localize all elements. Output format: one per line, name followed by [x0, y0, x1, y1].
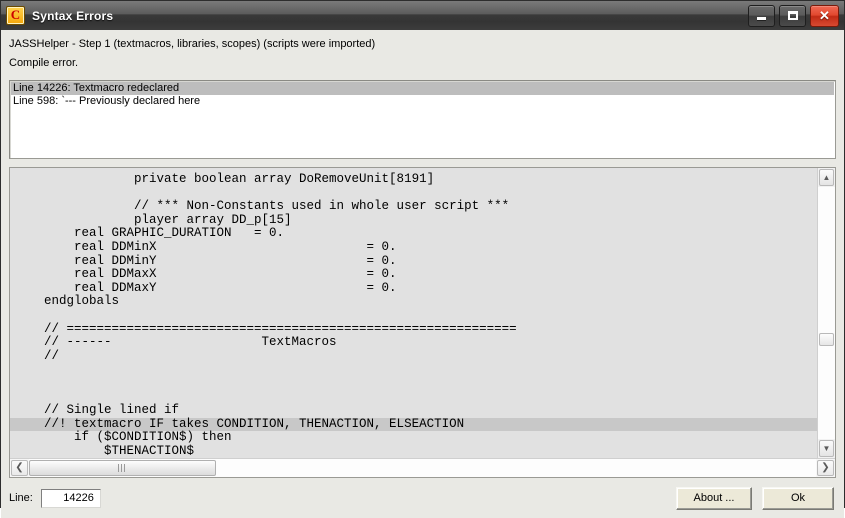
- about-button[interactable]: About ...: [676, 486, 752, 510]
- chevron-up-icon: ▲: [822, 172, 831, 182]
- code-line: player array DD_p[15]: [14, 212, 292, 227]
- ok-button[interactable]: Ok: [762, 486, 834, 510]
- vertical-scroll-thumb[interactable]: [819, 333, 834, 347]
- dialog-client-area: JASSHelper - Step 1 (textmacros, librari…: [1, 30, 844, 518]
- code-line: // Single lined if: [14, 403, 180, 418]
- code-line: private boolean array DoRemoveUnit[8191]: [14, 172, 435, 186]
- scroll-right-button[interactable]: ❯: [817, 460, 834, 477]
- compiler-c-icon: C: [6, 6, 25, 25]
- code-viewer-row: private boolean array DoRemoveUnit[8191]…: [10, 168, 835, 459]
- code-line: //: [14, 348, 60, 363]
- code-viewer: private boolean array DoRemoveUnit[8191]…: [9, 167, 836, 479]
- chevron-right-icon: ❯: [821, 462, 830, 474]
- scroll-left-button[interactable]: ❮: [11, 460, 28, 477]
- syntax-errors-window: C Syntax Errors ✕ JASSHelper - Step 1 (t…: [0, 0, 845, 518]
- window-title: Syntax Errors: [32, 8, 114, 23]
- line-label: Line:: [9, 492, 33, 505]
- status-line-step: JASSHelper - Step 1 (textmacros, librari…: [9, 38, 376, 50]
- horizontal-scrollbar[interactable]: ❮ ❯: [10, 458, 835, 478]
- code-line-highlighted: //! textmacro IF takes CONDITION, THENAC…: [10, 417, 817, 432]
- code-line: if ($CONDITION$) then: [14, 430, 232, 445]
- vertical-scroll-track[interactable]: [818, 187, 835, 440]
- close-icon: ✕: [819, 8, 830, 23]
- code-line: real DDMinY = 0.: [14, 253, 397, 268]
- grip-icon: [118, 464, 127, 473]
- code-line: $THENACTION$: [14, 443, 195, 458]
- chevron-down-icon: ▼: [822, 443, 831, 453]
- error-list-item[interactable]: Line 598: `--- Previously declared here: [11, 95, 834, 108]
- horizontal-scroll-track[interactable]: [29, 459, 816, 478]
- code-line: real DDMaxY = 0.: [14, 280, 397, 295]
- code-line: real DDMinX = 0.: [14, 239, 397, 254]
- caption-button-group: ✕: [748, 4, 839, 27]
- vertical-scrollbar[interactable]: ▲ ▼: [817, 168, 835, 459]
- dialog-button-group: About ... Ok: [676, 486, 834, 510]
- code-line: // *** Non-Constants used in whole user …: [14, 199, 510, 214]
- code-line: endglobals: [14, 294, 120, 309]
- code-line: real GRAPHIC_DURATION = 0.: [14, 226, 285, 241]
- error-list-item[interactable]: Line 14226: Textmacro redeclared: [11, 82, 834, 95]
- maximize-button[interactable]: [779, 4, 806, 27]
- minimize-button[interactable]: [748, 4, 775, 27]
- maximize-icon: [787, 11, 798, 20]
- bottom-bar: Line: About ... Ok: [1, 478, 844, 518]
- chevron-left-icon: ❮: [15, 462, 24, 474]
- error-list[interactable]: Line 14226: Textmacro redeclared Line 59…: [9, 80, 836, 159]
- code-line: // ------ TextMacros: [14, 335, 337, 350]
- close-button[interactable]: ✕: [810, 4, 839, 27]
- code-line: real DDMaxX = 0.: [14, 267, 397, 282]
- horizontal-scroll-thumb[interactable]: [29, 460, 216, 477]
- code-text-area[interactable]: private boolean array DoRemoveUnit[8191]…: [10, 168, 817, 459]
- status-message-block: JASSHelper - Step 1 (textmacros, librari…: [1, 30, 844, 71]
- code-line: // =====================================…: [14, 321, 517, 336]
- status-line-error: Compile error.: [9, 57, 79, 69]
- scroll-down-button[interactable]: ▼: [819, 440, 834, 458]
- title-bar[interactable]: C Syntax Errors ✕: [1, 1, 844, 30]
- minimize-icon: [757, 17, 766, 20]
- scroll-up-button[interactable]: ▲: [819, 169, 834, 186]
- line-number-input[interactable]: [40, 488, 101, 508]
